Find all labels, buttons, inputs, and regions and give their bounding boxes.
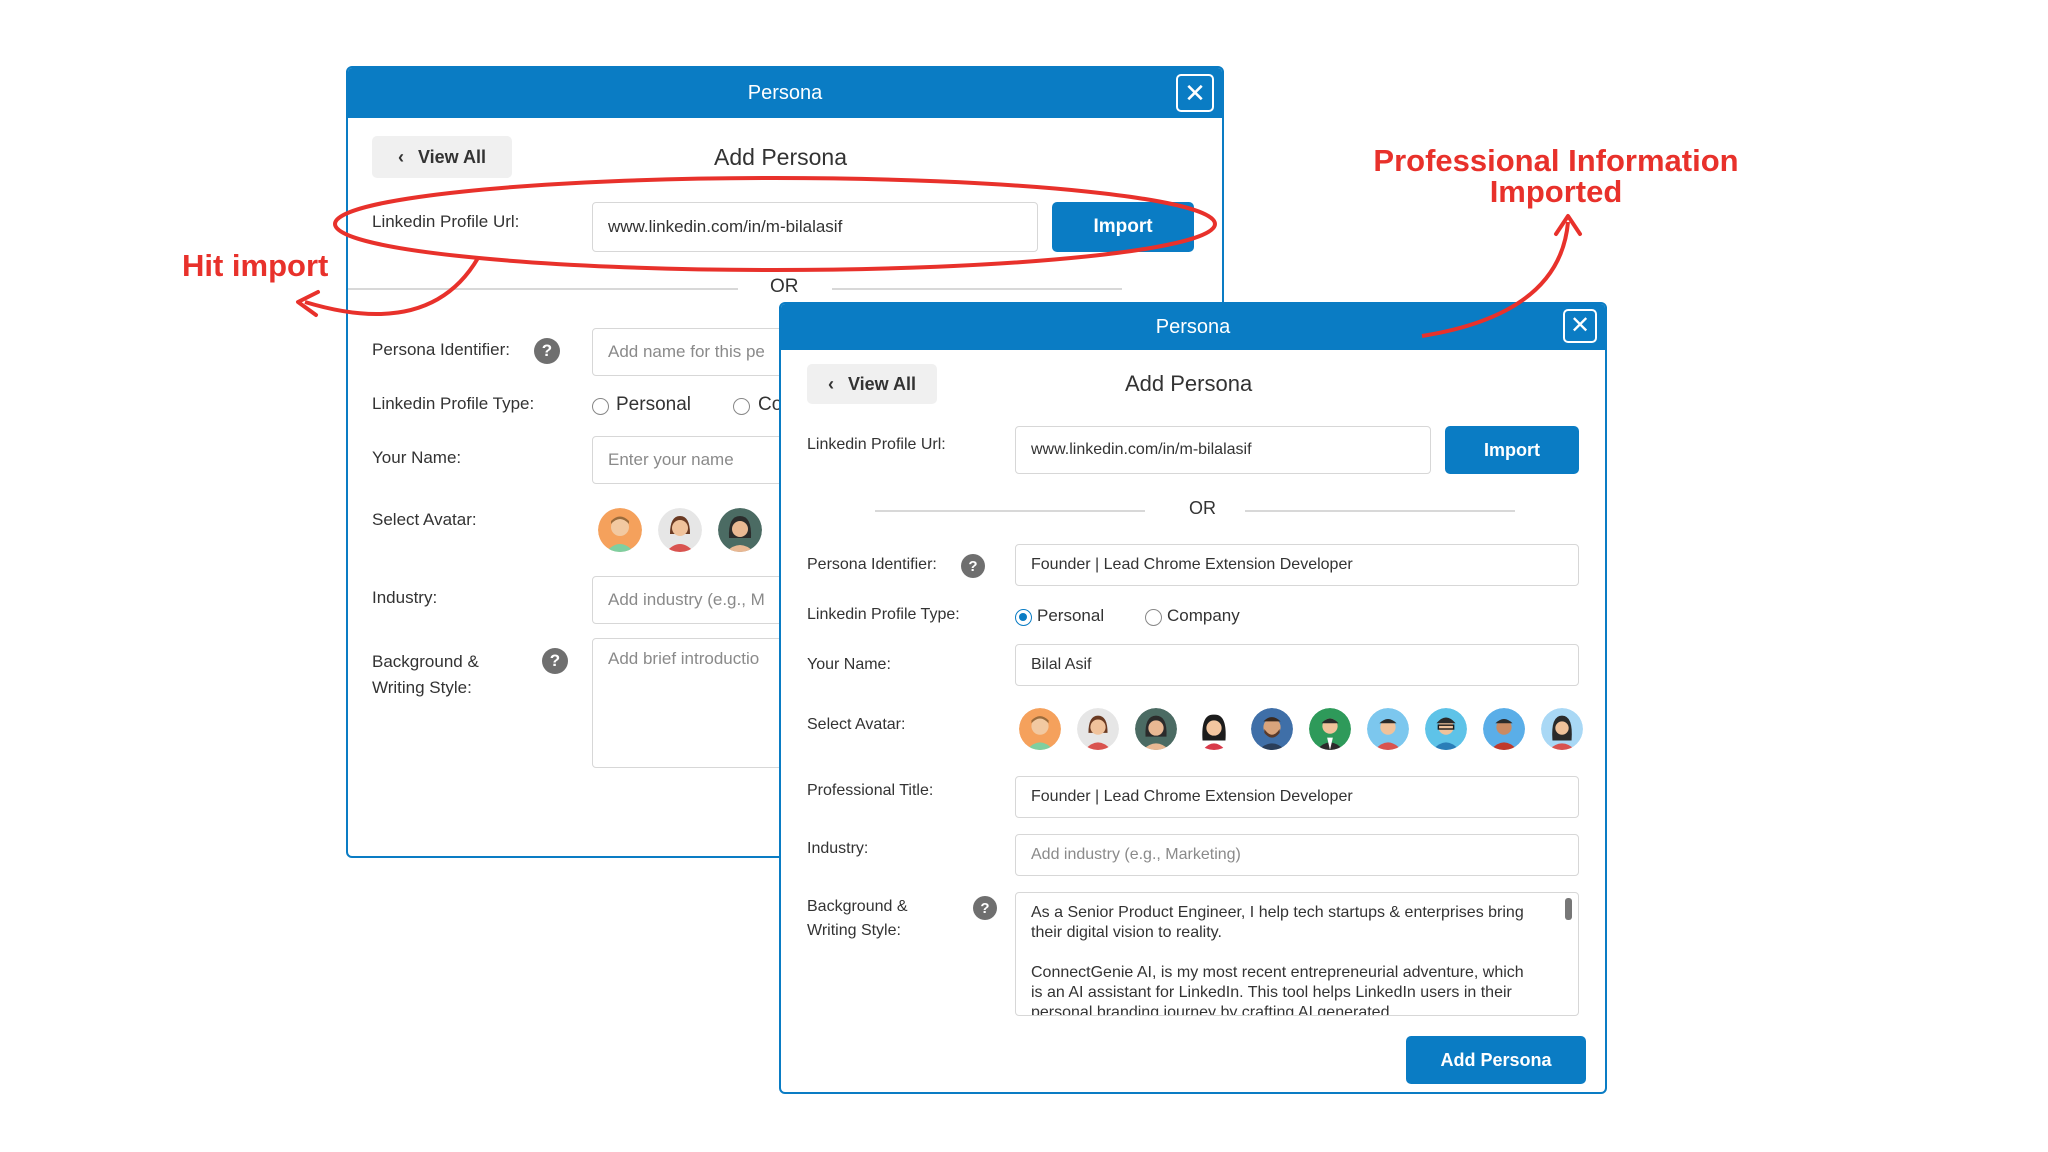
close-button[interactable]: ✕ xyxy=(1176,74,1214,112)
help-icon[interactable]: ? xyxy=(961,554,985,578)
avatar-option[interactable] xyxy=(1367,708,1409,750)
help-icon[interactable]: ? xyxy=(534,338,560,364)
avatar-option[interactable] xyxy=(1251,708,1293,750)
help-icon[interactable]: ? xyxy=(973,896,997,920)
divider xyxy=(348,288,738,290)
background-textarea[interactable]: As a Senior Product Engineer, I help tec… xyxy=(1015,892,1579,1016)
view-all-button[interactable]: ‹ View All xyxy=(807,364,937,404)
hit-import-annotation: Hit import xyxy=(182,248,329,283)
company-radio[interactable] xyxy=(1145,609,1162,626)
divider xyxy=(875,510,1145,512)
close-icon: ✕ xyxy=(1184,78,1206,108)
close-icon: ✕ xyxy=(1569,312,1591,339)
view-all-button[interactable]: ‹ View All xyxy=(372,136,512,178)
your-name-input[interactable]: Bilal Asif xyxy=(1015,644,1579,686)
professional-title-input[interactable]: Founder | Lead Chrome Extension Develope… xyxy=(1015,776,1579,818)
dialog-title-bar: Persona ✕ xyxy=(348,68,1222,118)
divider xyxy=(832,288,1122,290)
personal-radio[interactable] xyxy=(1015,609,1032,626)
avatar-option[interactable] xyxy=(1135,708,1177,750)
help-icon[interactable]: ? xyxy=(542,648,568,674)
linkedin-url-input[interactable]: www.linkedin.com/in/m-bilalasif xyxy=(592,202,1038,252)
background-paragraph: As a Senior Product Engineer, I help tec… xyxy=(1031,904,1524,941)
background-label-line2: Writing Style: xyxy=(372,678,472,697)
arrowhead-icon xyxy=(1554,214,1582,236)
industry-label: Industry: xyxy=(372,588,438,607)
company-radio-label: Company xyxy=(1167,606,1240,625)
professional-title-label: Professional Title: xyxy=(807,782,934,799)
or-separator: OR xyxy=(1189,498,1216,518)
arrowhead-icon xyxy=(296,290,320,317)
avatar-option[interactable] xyxy=(1483,708,1525,750)
avatar-option[interactable] xyxy=(1541,708,1583,750)
industry-label: Industry: xyxy=(807,840,869,857)
add-persona-button[interactable]: Add Persona xyxy=(1406,1036,1586,1084)
chevron-left-icon: ‹ xyxy=(827,373,834,394)
background-paragraph: ConnectGenie AI, is my most recent entre… xyxy=(1031,964,1524,1016)
personal-radio[interactable] xyxy=(592,398,609,415)
imported-annotation-line1: Professional Information xyxy=(1373,143,1739,178)
dialog-title: Persona xyxy=(1155,316,1231,338)
imported-annotation-line2: Imported xyxy=(1489,174,1623,209)
company-radio[interactable] xyxy=(733,398,750,415)
avatar-option[interactable] xyxy=(658,508,702,552)
url-label: Linkedin Profile Url: xyxy=(372,212,520,231)
avatar-option[interactable] xyxy=(1019,708,1061,750)
profile-type-label: Linkedin Profile Type: xyxy=(807,606,960,623)
view-all-label: View All xyxy=(847,373,917,394)
your-name-label: Your Name: xyxy=(372,448,462,467)
url-label: Linkedin Profile Url: xyxy=(807,436,946,453)
linkedin-url-input[interactable]: www.linkedin.com/in/m-bilalasif xyxy=(1015,426,1431,474)
scrollbar-thumb[interactable] xyxy=(1565,898,1572,920)
avatar-option[interactable] xyxy=(1193,708,1235,750)
avatar-option[interactable] xyxy=(1309,708,1351,750)
persona-dialog-front: Persona ✕ ‹ View All Add Persona Linkedi… xyxy=(779,302,1607,1094)
select-avatar-label: Select Avatar: xyxy=(372,510,477,529)
your-name-label: Your Name: xyxy=(807,656,891,673)
avatar-option[interactable] xyxy=(598,508,642,552)
industry-input[interactable]: Add industry (e.g., Marketing) xyxy=(1015,834,1579,876)
background-label-line2: Writing Style: xyxy=(807,922,901,939)
avatar-option[interactable] xyxy=(1077,708,1119,750)
imported-annotation: Professional Information Imported xyxy=(1356,145,1756,207)
page-title: Add Persona xyxy=(1125,371,1253,396)
page-title: Add Persona xyxy=(714,144,847,170)
profile-type-label: Linkedin Profile Type: xyxy=(372,394,535,413)
dialog-title: Persona xyxy=(747,82,823,104)
chevron-left-icon: ‹ xyxy=(397,146,404,167)
persona-identifier-label: Persona Identifier: xyxy=(807,556,937,573)
personal-radio-label: Personal xyxy=(1037,606,1105,625)
view-all-label: View All xyxy=(417,146,487,167)
background-label-line1: Background & xyxy=(372,652,479,671)
persona-identifier-label: Persona Identifier: xyxy=(372,340,510,359)
dialog-title-bar: Persona ✕ xyxy=(781,304,1605,350)
import-button[interactable]: Import xyxy=(1445,426,1579,474)
divider xyxy=(1245,510,1515,512)
avatar-option[interactable] xyxy=(1425,708,1467,750)
or-separator: OR xyxy=(770,276,799,297)
persona-identifier-input[interactable]: Founder | Lead Chrome Extension Develope… xyxy=(1015,544,1579,586)
import-button[interactable]: Import xyxy=(1052,202,1194,252)
close-button[interactable]: ✕ xyxy=(1563,309,1597,343)
personal-radio-label: Personal xyxy=(616,394,691,415)
select-avatar-label: Select Avatar: xyxy=(807,716,906,733)
background-label-line1: Background & xyxy=(807,898,908,915)
avatar-option[interactable] xyxy=(718,508,762,552)
